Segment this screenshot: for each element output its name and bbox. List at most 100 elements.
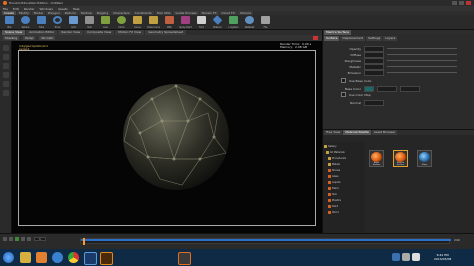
list-item[interactable]: Liquids <box>328 180 340 184</box>
select-tool-icon[interactable] <box>3 45 9 51</box>
list-item[interactable]: Metals <box>328 162 340 166</box>
start-button[interactable] <box>3 252 14 263</box>
render-button[interactable] <box>313 36 318 40</box>
param-slider[interactable] <box>387 72 457 73</box>
tool-circle[interactable]: Circle <box>115 15 128 29</box>
material-thumbnail[interactable]: Glass <box>417 150 432 167</box>
shading-menu[interactable]: Shading <box>3 36 20 40</box>
tool-tube[interactable]: Tube <box>35 15 48 29</box>
camera-menu[interactable]: No Cam <box>39 36 56 40</box>
material-thumbnail[interactable]: Mantra Surface <box>393 150 408 167</box>
list-item[interactable]: Plastics <box>328 198 341 202</box>
param-field[interactable] <box>400 85 420 92</box>
color-field[interactable] <box>364 85 374 92</box>
tray-app-icon[interactable] <box>412 253 420 261</box>
list-item[interactable]: Gallery <box>324 144 337 148</box>
taskbar-clock[interactable]: 6:42 PM 2014/03/08 <box>434 253 451 261</box>
minimize-button[interactable] <box>452 1 457 5</box>
maximize-button[interactable] <box>459 1 464 5</box>
tool-grid[interactable]: Grid <box>67 15 80 29</box>
param-field[interactable] <box>364 99 384 106</box>
param-field[interactable] <box>364 69 384 76</box>
menu-windows[interactable]: Windows <box>40 7 53 11</box>
list-item[interactable]: Wood <box>328 210 339 214</box>
rotate-tool-icon[interactable] <box>3 63 9 69</box>
tab-asset-browser[interactable]: Asset Browser <box>371 130 398 135</box>
circle-icon <box>117 15 126 24</box>
tab-tree-view[interactable]: Tree View <box>324 130 343 135</box>
next-frame-button[interactable] <box>21 237 25 241</box>
tool-spray-paint[interactable]: Spray Paint <box>179 15 192 29</box>
menu-help[interactable]: Help <box>73 7 80 11</box>
menu-assets[interactable]: Assets <box>58 7 68 11</box>
tool-curve[interactable]: Curve <box>131 15 144 29</box>
param-slider[interactable] <box>387 54 457 55</box>
first-frame-button[interactable] <box>3 237 7 241</box>
clock-date: 2014/03/08 <box>434 257 452 261</box>
list-item[interactable]: All Materials <box>326 150 345 154</box>
tab-mantra-surface[interactable]: Mantra Surface <box>324 30 351 35</box>
handle-tool-icon[interactable] <box>3 81 9 87</box>
subtab-surface[interactable]: Surface <box>324 36 340 41</box>
play-button[interactable] <box>15 237 19 241</box>
checkbox[interactable] <box>341 92 346 97</box>
param-slider[interactable] <box>387 48 457 49</box>
subtab-settings[interactable]: Settings <box>366 36 383 41</box>
illustrator-icon[interactable] <box>100 252 113 265</box>
media-player-icon[interactable] <box>36 252 47 263</box>
tool-platonic[interactable]: Platonic <box>211 14 224 29</box>
checkbox[interactable] <box>341 78 346 83</box>
tube-icon <box>37 15 46 24</box>
material-thumbnail[interactable]: Basic Surface <box>369 150 384 167</box>
menu-file[interactable]: File <box>3 7 8 11</box>
tool-path[interactable]: Path <box>163 15 176 29</box>
tool-lsystem[interactable]: L-System <box>227 15 240 29</box>
param-slider[interactable] <box>387 60 457 61</box>
last-frame-button[interactable] <box>27 237 31 241</box>
list-item[interactable]: Paint <box>328 204 338 208</box>
material-icon <box>328 174 331 178</box>
houdini-task-icon[interactable] <box>178 252 191 265</box>
menu-render[interactable]: Render <box>24 7 35 11</box>
tab-material-palette[interactable]: Material Palette <box>343 130 371 135</box>
tool-box[interactable]: Box <box>3 15 16 29</box>
tool-metaball[interactable]: Metaball <box>243 15 256 29</box>
tool-draw-curve[interactable]: Draw Curve <box>147 15 160 29</box>
tool-font[interactable]: Font <box>195 15 208 29</box>
tool-torus[interactable]: Torus <box>51 15 64 29</box>
material-icon <box>328 204 331 208</box>
prev-frame-button[interactable] <box>9 237 13 241</box>
material-icon <box>328 192 331 196</box>
explorer-icon[interactable] <box>20 252 31 263</box>
subtab-layers[interactable]: Layers <box>383 36 398 41</box>
playhead[interactable] <box>83 238 85 245</box>
menu-edit[interactable]: Edit <box>13 7 19 11</box>
view-tool-icon[interactable] <box>3 90 9 96</box>
persp-menu[interactable]: Persp <box>23 36 36 40</box>
param-row: Use Base Color <box>341 78 372 83</box>
param-field[interactable] <box>377 85 397 92</box>
close-button[interactable] <box>466 1 471 5</box>
move-tool-icon[interactable] <box>3 54 9 60</box>
list-item[interactable]: Glass <box>328 174 338 178</box>
frame-input[interactable]: 1 <box>34 237 46 241</box>
chrome-icon[interactable] <box>68 252 79 263</box>
checkbox-label: Use Base Color <box>349 78 372 83</box>
tool-sphere[interactable]: Sphere <box>19 15 32 29</box>
tool-file[interactable]: File <box>259 15 272 29</box>
subtab-displacement[interactable]: Displacement <box>340 36 366 41</box>
scale-tool-icon[interactable] <box>3 72 9 78</box>
list-item[interactable]: Procedurals <box>328 156 346 160</box>
list-item[interactable]: Skin <box>328 192 337 196</box>
browser-icon[interactable] <box>52 252 63 263</box>
tray-app-icon[interactable] <box>402 253 410 261</box>
tray-app-icon[interactable] <box>392 253 400 261</box>
list-item[interactable]: Stones <box>328 168 340 172</box>
tool-null[interactable]: Null <box>83 15 96 29</box>
list-item[interactable]: Fabric <box>328 186 339 190</box>
photoshop-icon[interactable] <box>84 252 97 265</box>
tool-line[interactable]: Line <box>99 15 112 29</box>
scene-viewport[interactable]: /obj/geo1/platonic1 persp1 Render Time: … <box>12 41 322 233</box>
timeline-scrubber[interactable] <box>80 238 451 245</box>
param-slider[interactable] <box>387 66 457 67</box>
